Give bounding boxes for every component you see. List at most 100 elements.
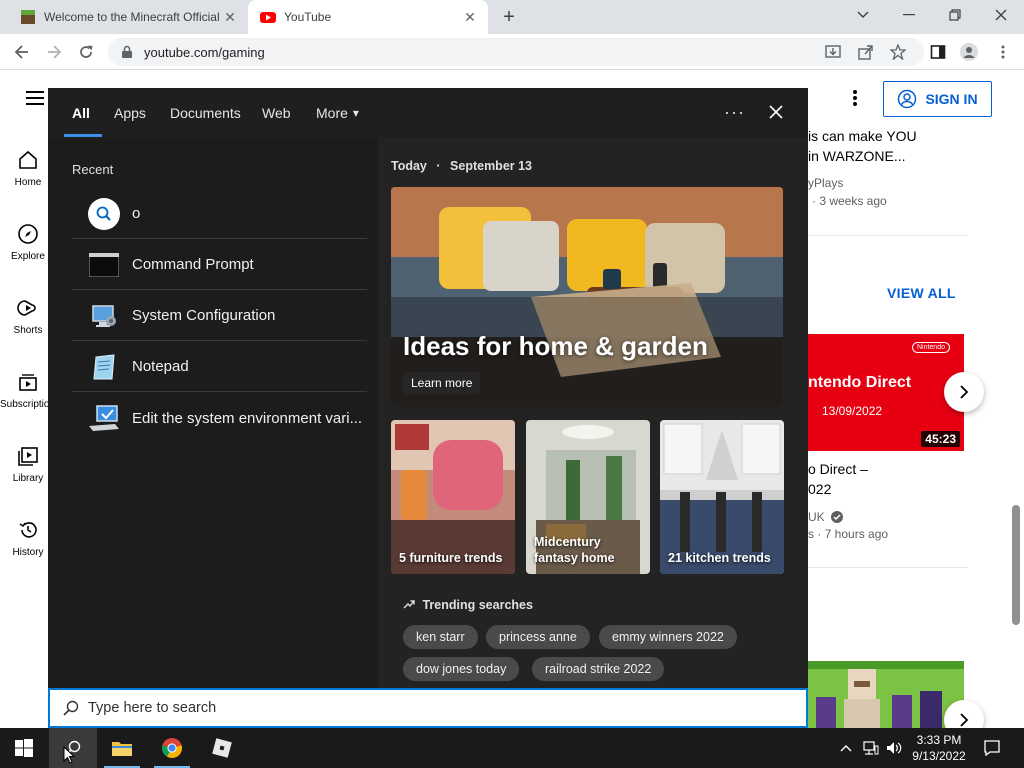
channel-row[interactable]: UK — [808, 510, 843, 524]
tab-title: YouTube — [284, 10, 332, 24]
chevron-right-icon — [960, 385, 969, 399]
minecraft-favicon-icon — [21, 10, 35, 24]
nintendo-logo: Nintendo — [911, 342, 950, 353]
trending-arrow-icon — [403, 600, 415, 609]
more-options-icon[interactable]: ··· — [724, 102, 745, 123]
restore-icon[interactable] — [932, 0, 978, 30]
card-midcentury-home[interactable]: Midcentury fantasy home — [526, 420, 650, 574]
taskbar-roblox[interactable] — [198, 728, 246, 768]
network-icon[interactable] — [860, 728, 882, 768]
address-bar[interactable]: youtube.com/gaming — [108, 38, 924, 66]
hamburger-menu-icon[interactable] — [26, 91, 44, 105]
sign-in-button[interactable]: SIGN IN — [883, 81, 992, 117]
chrome-menu-icon[interactable] — [994, 43, 1012, 61]
recent-item-system-environment[interactable]: Edit the system environment vari... — [72, 393, 367, 443]
library-icon — [18, 447, 38, 466]
thumbnail-date: 13/09/2022 — [822, 404, 883, 418]
today-separator: · — [436, 159, 441, 173]
recent-item-search[interactable]: o — [72, 189, 367, 239]
video-title[interactable]: is can make YOU — [808, 128, 917, 144]
start-button[interactable] — [0, 728, 48, 768]
trending-chip[interactable]: emmy winners 2022 — [599, 625, 737, 649]
tab-more[interactable]: More ▾ — [316, 88, 359, 138]
card-label: 5 furniture trends — [399, 551, 503, 565]
trending-heading-label: Trending searches — [422, 598, 533, 612]
tab-close-icon[interactable]: ✕ — [460, 7, 480, 27]
taskbar: 3:33 PM 9/13/2022 — [0, 728, 1024, 768]
tab-title: Welcome to the Minecraft Official — [44, 10, 220, 24]
learn-more-button[interactable]: Learn more — [403, 372, 481, 394]
taskbar-search-button[interactable] — [49, 728, 97, 768]
card-kitchen-trends[interactable]: 21 kitchen trends — [660, 420, 784, 574]
system-configuration-icon — [88, 300, 120, 332]
video-thumbnail[interactable] — [808, 661, 964, 728]
action-center-icon[interactable] — [980, 728, 1004, 768]
trending-chip[interactable]: princess anne — [486, 625, 590, 649]
recent-pane: Recent o Command Prompt System Configura… — [48, 138, 378, 688]
install-app-icon[interactable] — [824, 43, 842, 61]
settings-menu-icon[interactable] — [852, 89, 858, 107]
recent-item-system-configuration[interactable]: System Configuration — [72, 291, 367, 341]
show-hidden-icons[interactable] — [836, 728, 856, 768]
back-icon[interactable] — [10, 40, 34, 64]
bookmark-star-icon[interactable] — [889, 43, 907, 61]
video-title-cont[interactable]: 022 — [808, 481, 831, 497]
minecraft-thumbnail-art — [808, 661, 964, 728]
tab-all[interactable]: All — [64, 88, 102, 138]
tab-search-icon[interactable] — [840, 0, 886, 30]
lock-icon — [122, 45, 132, 58]
video-title[interactable]: o Direct – — [808, 461, 868, 477]
channel-name[interactable]: yPlays — [808, 176, 843, 190]
card-label: Midcentury fantasy home — [534, 535, 615, 565]
tab-documents[interactable]: Documents — [170, 88, 241, 138]
trending-chip[interactable]: railroad strike 2022 — [532, 657, 665, 681]
new-tab-button[interactable]: + — [498, 6, 520, 28]
taskbar-search-input[interactable]: Type here to search — [48, 688, 808, 728]
reload-icon[interactable] — [74, 40, 98, 64]
carousel-next-button[interactable] — [944, 700, 984, 728]
system-properties-icon — [88, 402, 120, 434]
chevron-down-icon: ▾ — [352, 106, 359, 120]
share-icon[interactable] — [857, 43, 875, 61]
tab-close-icon[interactable]: ✕ — [220, 7, 240, 27]
profile-icon[interactable] — [960, 43, 978, 61]
video-meta: s · 7 hours ago — [808, 527, 889, 541]
hero-card[interactable]: Ideas for home & garden Learn more — [391, 187, 783, 407]
today-label: Today — [391, 159, 427, 173]
tab-web[interactable]: Web — [262, 88, 291, 138]
recent-item-label: System Configuration — [132, 307, 276, 324]
trending-chip[interactable]: dow jones today — [403, 657, 520, 681]
channel-name: UK — [808, 510, 825, 524]
tab-minecraft[interactable]: Welcome to the Minecraft Official ✕ — [8, 0, 248, 34]
tab-youtube[interactable]: YouTube ✕ — [248, 0, 488, 34]
verified-icon — [830, 511, 843, 523]
view-all-link[interactable]: VIEW ALL — [887, 285, 956, 301]
forward-icon[interactable] — [42, 40, 66, 64]
close-window-icon[interactable] — [978, 0, 1024, 30]
recent-item-notepad[interactable]: Notepad — [72, 342, 367, 392]
taskbar-file-explorer[interactable] — [98, 728, 146, 768]
guide-label: Explore — [11, 251, 45, 262]
taskbar-clock[interactable]: 3:33 PM 9/13/2022 — [904, 732, 974, 764]
volume-icon[interactable] — [884, 728, 904, 768]
close-icon[interactable] — [764, 100, 788, 124]
video-thumbnail[interactable]: Nintendo ntendo Direct 13/09/2022 45:23 — [808, 334, 964, 451]
tab-more-label: More — [316, 105, 348, 121]
video-title-cont[interactable]: in WARZONE... — [808, 148, 906, 164]
carousel-next-button[interactable] — [944, 372, 984, 412]
page-scrollbar[interactable] — [1012, 505, 1020, 625]
search-icon — [88, 197, 120, 230]
notepad-icon — [88, 351, 120, 383]
taskbar-chrome[interactable] — [148, 728, 196, 768]
trending-chip[interactable]: ken starr — [403, 625, 478, 649]
guide-label: Library — [12, 473, 44, 484]
recent-item-command-prompt[interactable]: Command Prompt — [72, 240, 367, 290]
minimize-icon[interactable] — [886, 0, 932, 30]
guide-label: Shorts — [13, 325, 43, 336]
side-panel-icon[interactable] — [929, 43, 947, 61]
card-furniture-trends[interactable]: 5 furniture trends — [391, 420, 515, 574]
url-text: youtube.com/gaming — [144, 44, 265, 60]
tab-apps[interactable]: Apps — [114, 88, 146, 138]
today-pane: Today · September 13 Ideas for home & ga — [378, 138, 808, 688]
recent-heading: Recent — [72, 162, 114, 177]
